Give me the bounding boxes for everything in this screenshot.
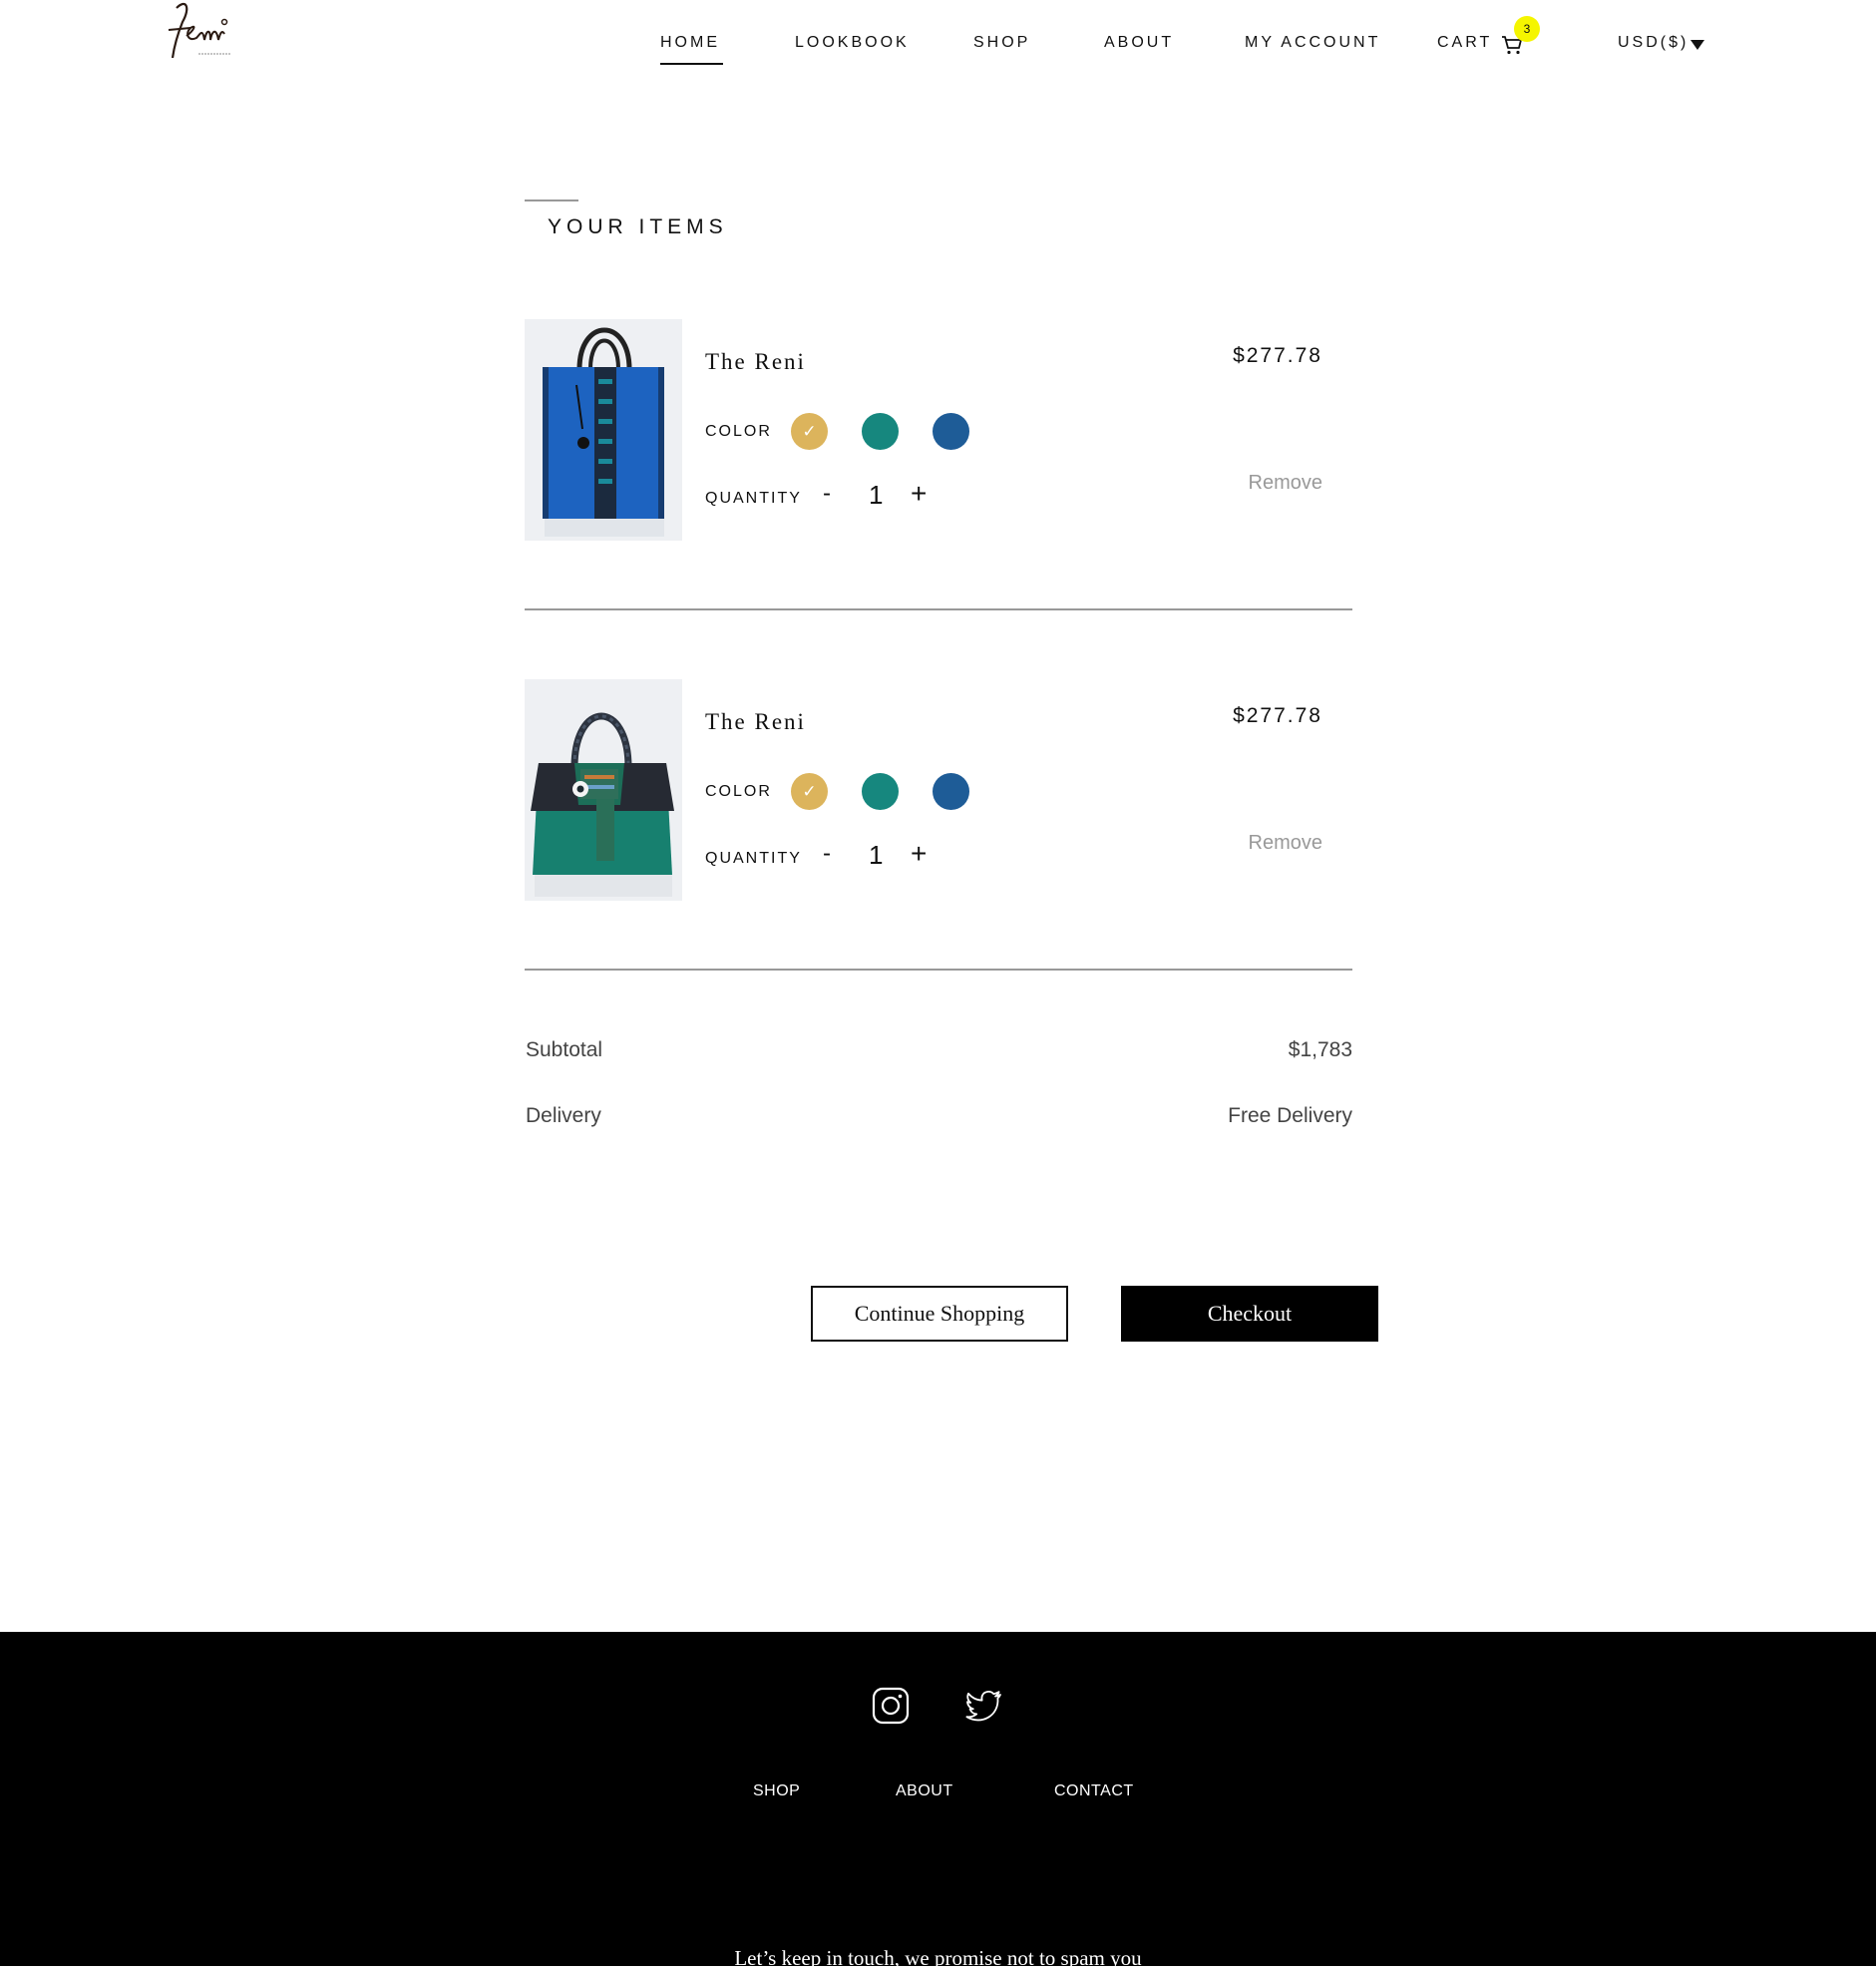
checkmark-icon: ✓ (802, 422, 817, 441)
section-title: YOUR ITEMS (548, 215, 728, 238)
subtotal-label: Subtotal (526, 1038, 603, 1061)
instagram-icon[interactable] (871, 1686, 911, 1726)
nav-home[interactable]: HOME (660, 34, 723, 65)
nav-my-account[interactable]: MY ACCOUNT (1245, 34, 1380, 52)
nav-about[interactable]: ABOUT (1104, 34, 1174, 52)
color-swatch-teal[interactable] (862, 773, 899, 810)
checkout-button[interactable]: Checkout (1121, 1286, 1378, 1342)
currency-selector[interactable]: USD($) (1618, 34, 1688, 52)
chevron-down-icon[interactable] (1690, 40, 1704, 50)
quantity-value: 1 (869, 480, 884, 510)
nav-lookbook[interactable]: LOOKBOOK (795, 34, 910, 52)
product-image-green-handbag[interactable] (525, 679, 682, 901)
color-swatch-teal[interactable] (862, 413, 899, 450)
quantity-decrease-button[interactable]: - (823, 840, 831, 868)
brand-logo[interactable] (165, 0, 234, 62)
footer-link-about[interactable]: ABOUT (896, 1782, 953, 1800)
quantity-label: QUANTITY (705, 850, 802, 867)
continue-shopping-button[interactable]: Continue Shopping (811, 1286, 1068, 1342)
quantity-increase-button[interactable]: + (911, 838, 927, 870)
cart-item: The Reni $277.78 COLOR ✓ QUANTITY - 1 + … (525, 679, 1352, 901)
item-divider (525, 969, 1352, 971)
remove-item-button[interactable]: Remove (1249, 472, 1322, 495)
color-swatch-blue[interactable] (933, 413, 969, 450)
item-divider (525, 608, 1352, 610)
delivery-value: Free Delivery (1228, 1104, 1352, 1127)
nav-cart[interactable]: CART (1437, 34, 1492, 52)
site-footer: SHOP ABOUT CONTACT Let’s keep in touch, … (0, 1632, 1876, 1970)
color-label: COLOR (705, 783, 772, 800)
item-name[interactable]: The Reni (705, 709, 806, 735)
color-swatch-gold[interactable]: ✓ (791, 413, 828, 450)
cart-item: The Reni $277.78 COLOR ✓ QUANTITY - 1 + … (525, 319, 1352, 541)
newsletter-text: Let’s keep in touch, we promise not to s… (734, 1946, 1142, 1970)
subtotal-value: $1,783 (1288, 1038, 1352, 1061)
product-image-blue-tote[interactable] (525, 319, 682, 541)
color-swatch-blue[interactable] (933, 773, 969, 810)
checkmark-icon: ✓ (802, 782, 817, 801)
quantity-label: QUANTITY (705, 490, 802, 507)
quantity-increase-button[interactable]: + (911, 478, 927, 510)
quantity-decrease-button[interactable]: - (823, 480, 831, 508)
footer-link-shop[interactable]: SHOP (753, 1782, 800, 1800)
delivery-label: Delivery (526, 1104, 601, 1127)
quantity-value: 1 (869, 840, 884, 870)
twitter-icon[interactable] (964, 1686, 1004, 1726)
item-price: $277.78 (1233, 704, 1322, 727)
nav-shop[interactable]: SHOP (973, 34, 1030, 52)
cart-count-badge: 3 (1514, 16, 1540, 42)
item-price: $277.78 (1233, 344, 1322, 367)
section-divider (525, 199, 578, 201)
item-name[interactable]: The Reni (705, 349, 806, 375)
footer-link-contact[interactable]: CONTACT (1054, 1782, 1134, 1800)
color-label: COLOR (705, 423, 772, 440)
remove-item-button[interactable]: Remove (1249, 832, 1322, 855)
color-swatch-gold[interactable]: ✓ (791, 773, 828, 810)
